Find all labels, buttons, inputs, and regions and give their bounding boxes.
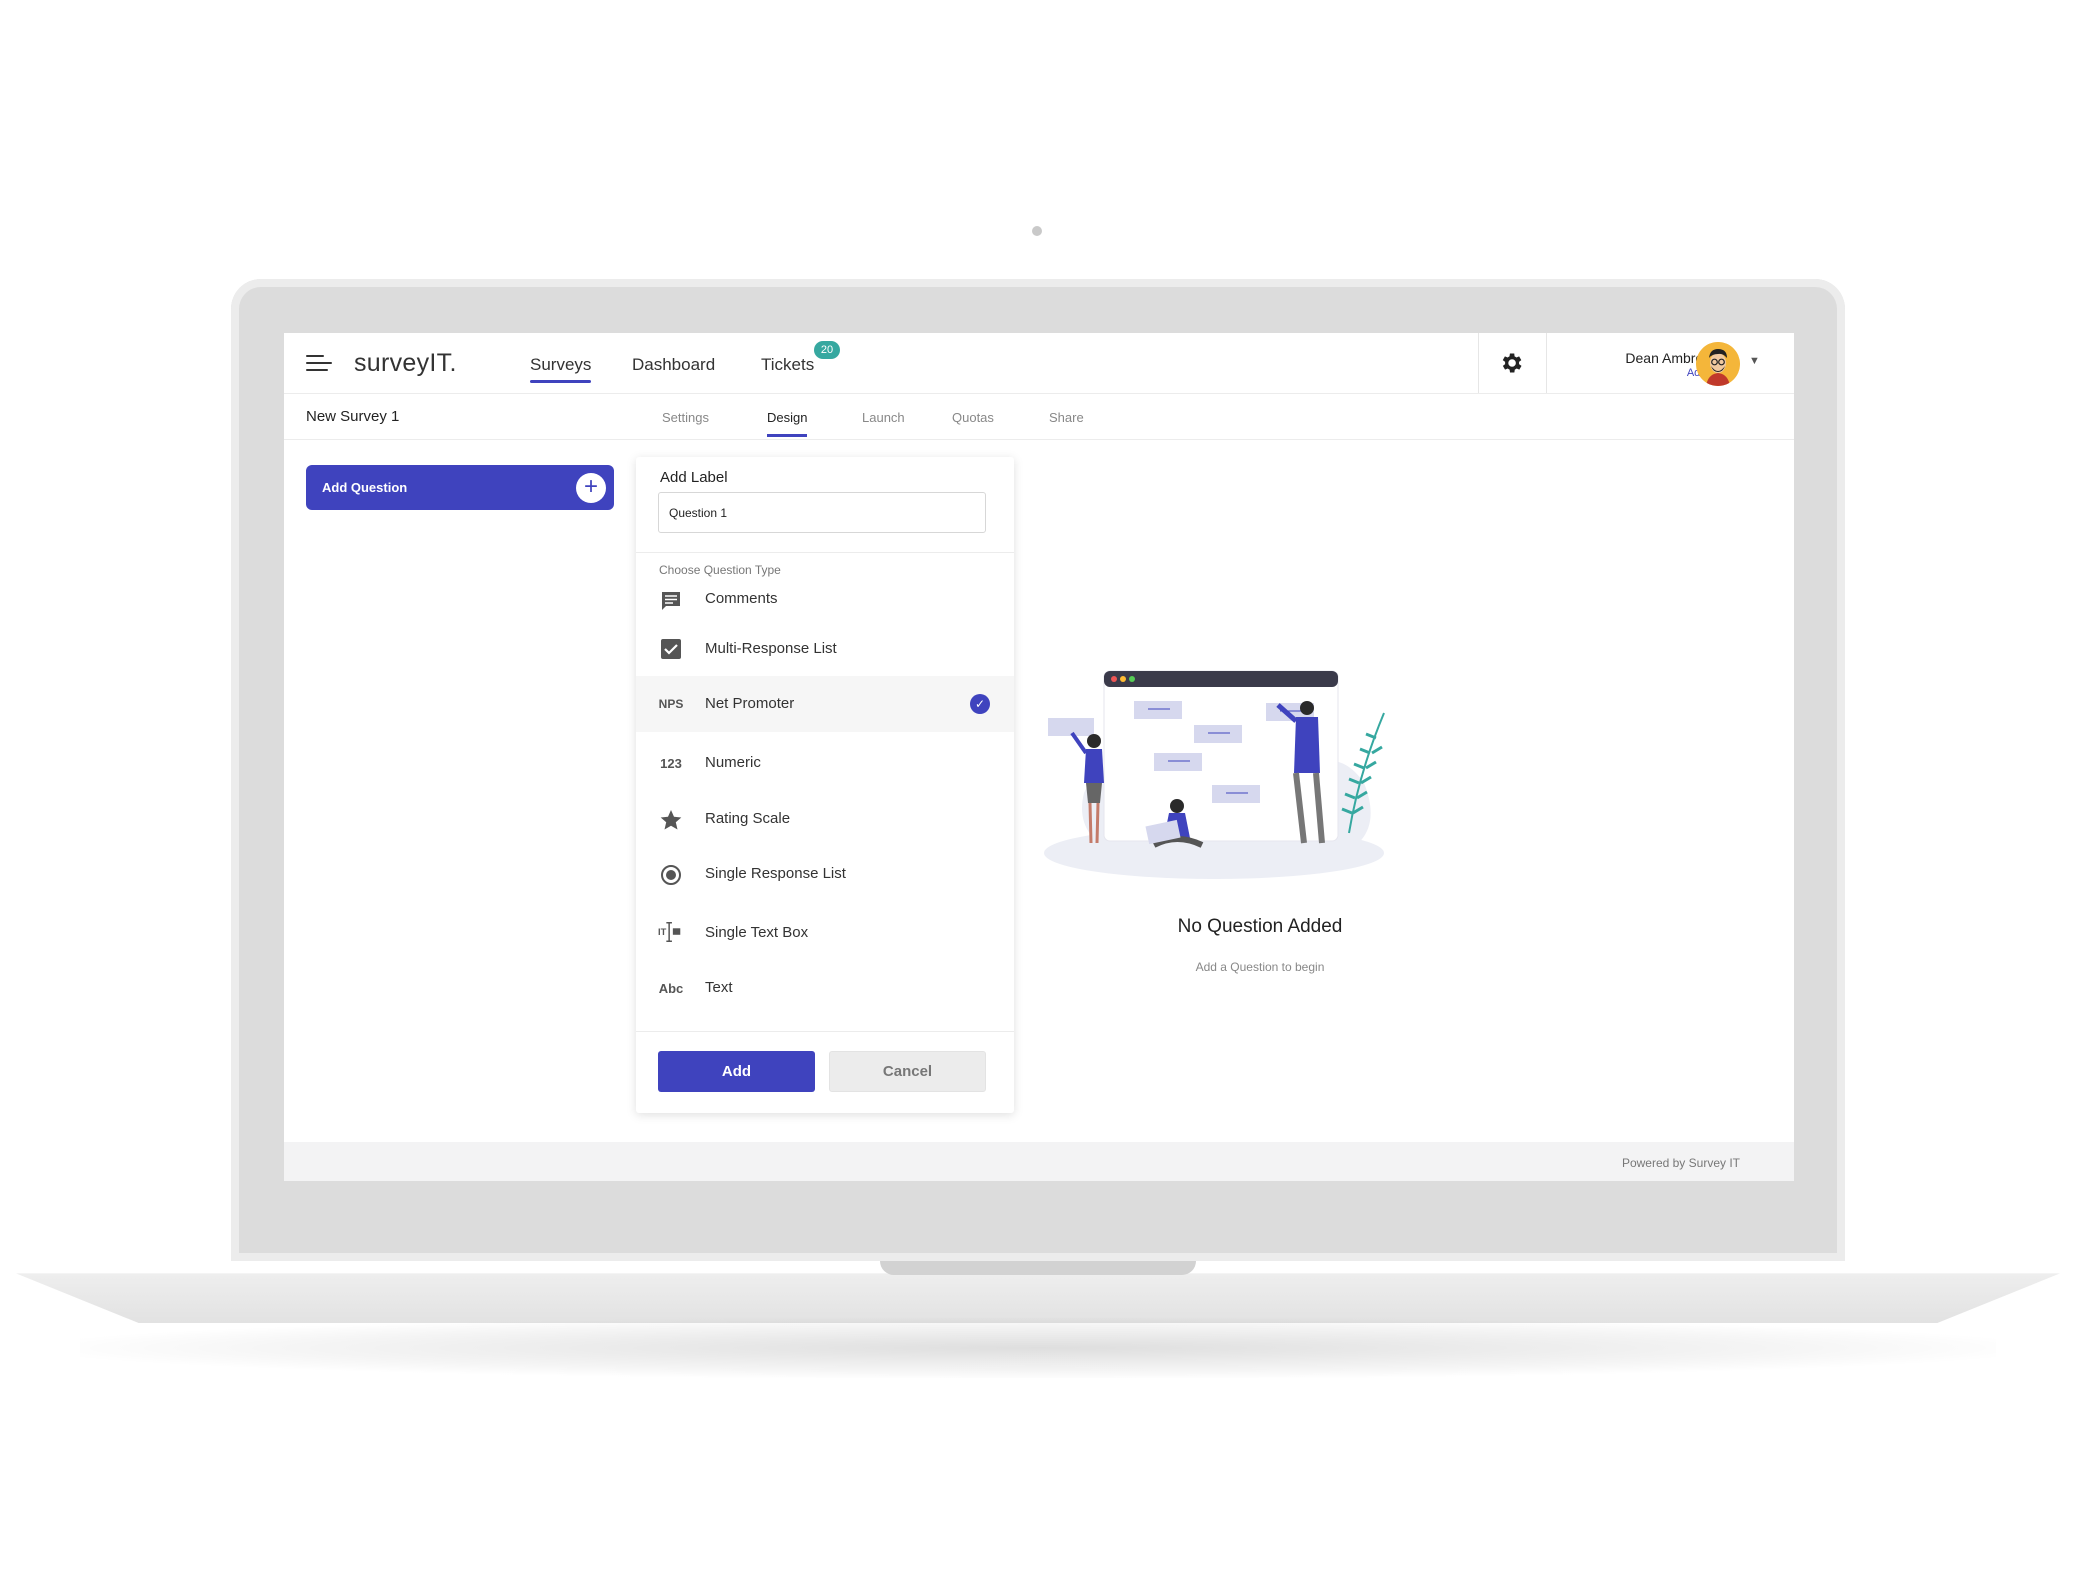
question-type-label: Comments: [705, 590, 778, 607]
tab-launch[interactable]: Launch: [862, 410, 905, 425]
empty-state-subtitle: Add a Question to begin: [1195, 960, 1325, 974]
tickets-count-badge: 20: [814, 341, 840, 359]
question-type-comments[interactable]: Comments: [636, 577, 1014, 621]
footer: Powered by Survey IT: [284, 1142, 1794, 1181]
question-label-input[interactable]: [658, 492, 986, 533]
question-type-label: Single Text Box: [705, 924, 809, 941]
question-type-label: Single Response List: [705, 865, 846, 882]
tab-settings[interactable]: Settings: [662, 410, 709, 425]
question-type-numeric[interactable]: 123 Numeric: [636, 737, 1014, 787]
menu-icon[interactable]: [306, 355, 332, 373]
radio-icon: [661, 865, 681, 885]
footer-credit: Powered by Survey IT: [1621, 1156, 1740, 1170]
question-type-rating-scale[interactable]: Rating Scale: [636, 792, 1014, 842]
plus-icon: +: [576, 473, 606, 503]
tab-design[interactable]: Design: [767, 410, 808, 437]
avatar[interactable]: [1696, 342, 1740, 386]
nav-tickets[interactable]: Tickets: [761, 355, 814, 375]
app-screen: surveyIT. Surveys Dashboard Tickets 20 D…: [284, 333, 1794, 1181]
question-type-label: Numeric: [705, 754, 761, 771]
cancel-button[interactable]: Cancel: [829, 1051, 986, 1092]
numeric-icon: 123: [660, 756, 682, 771]
text-box-icon: IT: [658, 921, 681, 943]
add-question-label: Add Question: [322, 480, 408, 495]
nps-icon: NPS: [658, 697, 684, 711]
main-content: [284, 440, 1794, 1142]
gear-icon[interactable]: [1498, 350, 1524, 376]
question-type-single-response[interactable]: Single Response List: [636, 847, 1014, 897]
topbar-divider: [1478, 333, 1479, 393]
brand-logo: surveyIT.: [354, 349, 457, 377]
question-type-multi-response[interactable]: Multi-Response List: [636, 627, 1014, 671]
laptop-shadow: [80, 1318, 1996, 1378]
add-question-button[interactable]: Add Question +: [306, 465, 614, 510]
laptop-notch: [880, 1261, 1196, 1275]
add-label-heading: Add Label: [660, 469, 728, 486]
empty-state-title: No Question Added: [1177, 916, 1343, 937]
checkbox-icon: [661, 639, 681, 659]
question-type-label: Text: [705, 979, 733, 996]
tab-quotas[interactable]: Quotas: [952, 410, 994, 425]
question-type-net-promoter[interactable]: NPS Net Promoter ✓: [636, 676, 1014, 732]
question-type-label: Multi-Response List: [705, 640, 837, 657]
star-icon: [660, 810, 682, 830]
choose-type-heading: Choose Question Type: [659, 563, 781, 577]
topbar-divider: [1546, 333, 1547, 393]
comment-icon: [662, 592, 680, 610]
nav-surveys[interactable]: Surveys: [530, 355, 592, 383]
abc-icon: Abc: [658, 981, 684, 996]
question-type-text[interactable]: Abc Text: [636, 962, 1014, 1012]
add-button[interactable]: Add: [658, 1051, 815, 1092]
question-type-label: Net Promoter: [705, 695, 795, 712]
divider: [636, 1031, 1014, 1032]
question-type-label: Rating Scale: [705, 810, 791, 827]
survey-title: New Survey 1: [306, 408, 400, 425]
svg-text:IT: IT: [658, 927, 667, 937]
top-navbar: surveyIT. Surveys Dashboard Tickets 20 D…: [284, 333, 1794, 394]
survey-subbar: New Survey 1 Settings Design Launch Quot…: [284, 394, 1794, 440]
selected-check-icon: ✓: [970, 694, 990, 714]
divider: [636, 552, 1014, 553]
laptop-camera: [1032, 226, 1042, 236]
tab-share[interactable]: Share: [1049, 410, 1084, 425]
question-type-single-text-box[interactable]: IT Single Text Box: [636, 902, 1014, 956]
add-question-panel: Add Label Choose Question Type Comments …: [636, 457, 1014, 1113]
chevron-down-icon[interactable]: ▼: [1749, 355, 1760, 367]
nav-dashboard[interactable]: Dashboard: [632, 355, 715, 375]
empty-state-illustration: [1044, 670, 1385, 879]
